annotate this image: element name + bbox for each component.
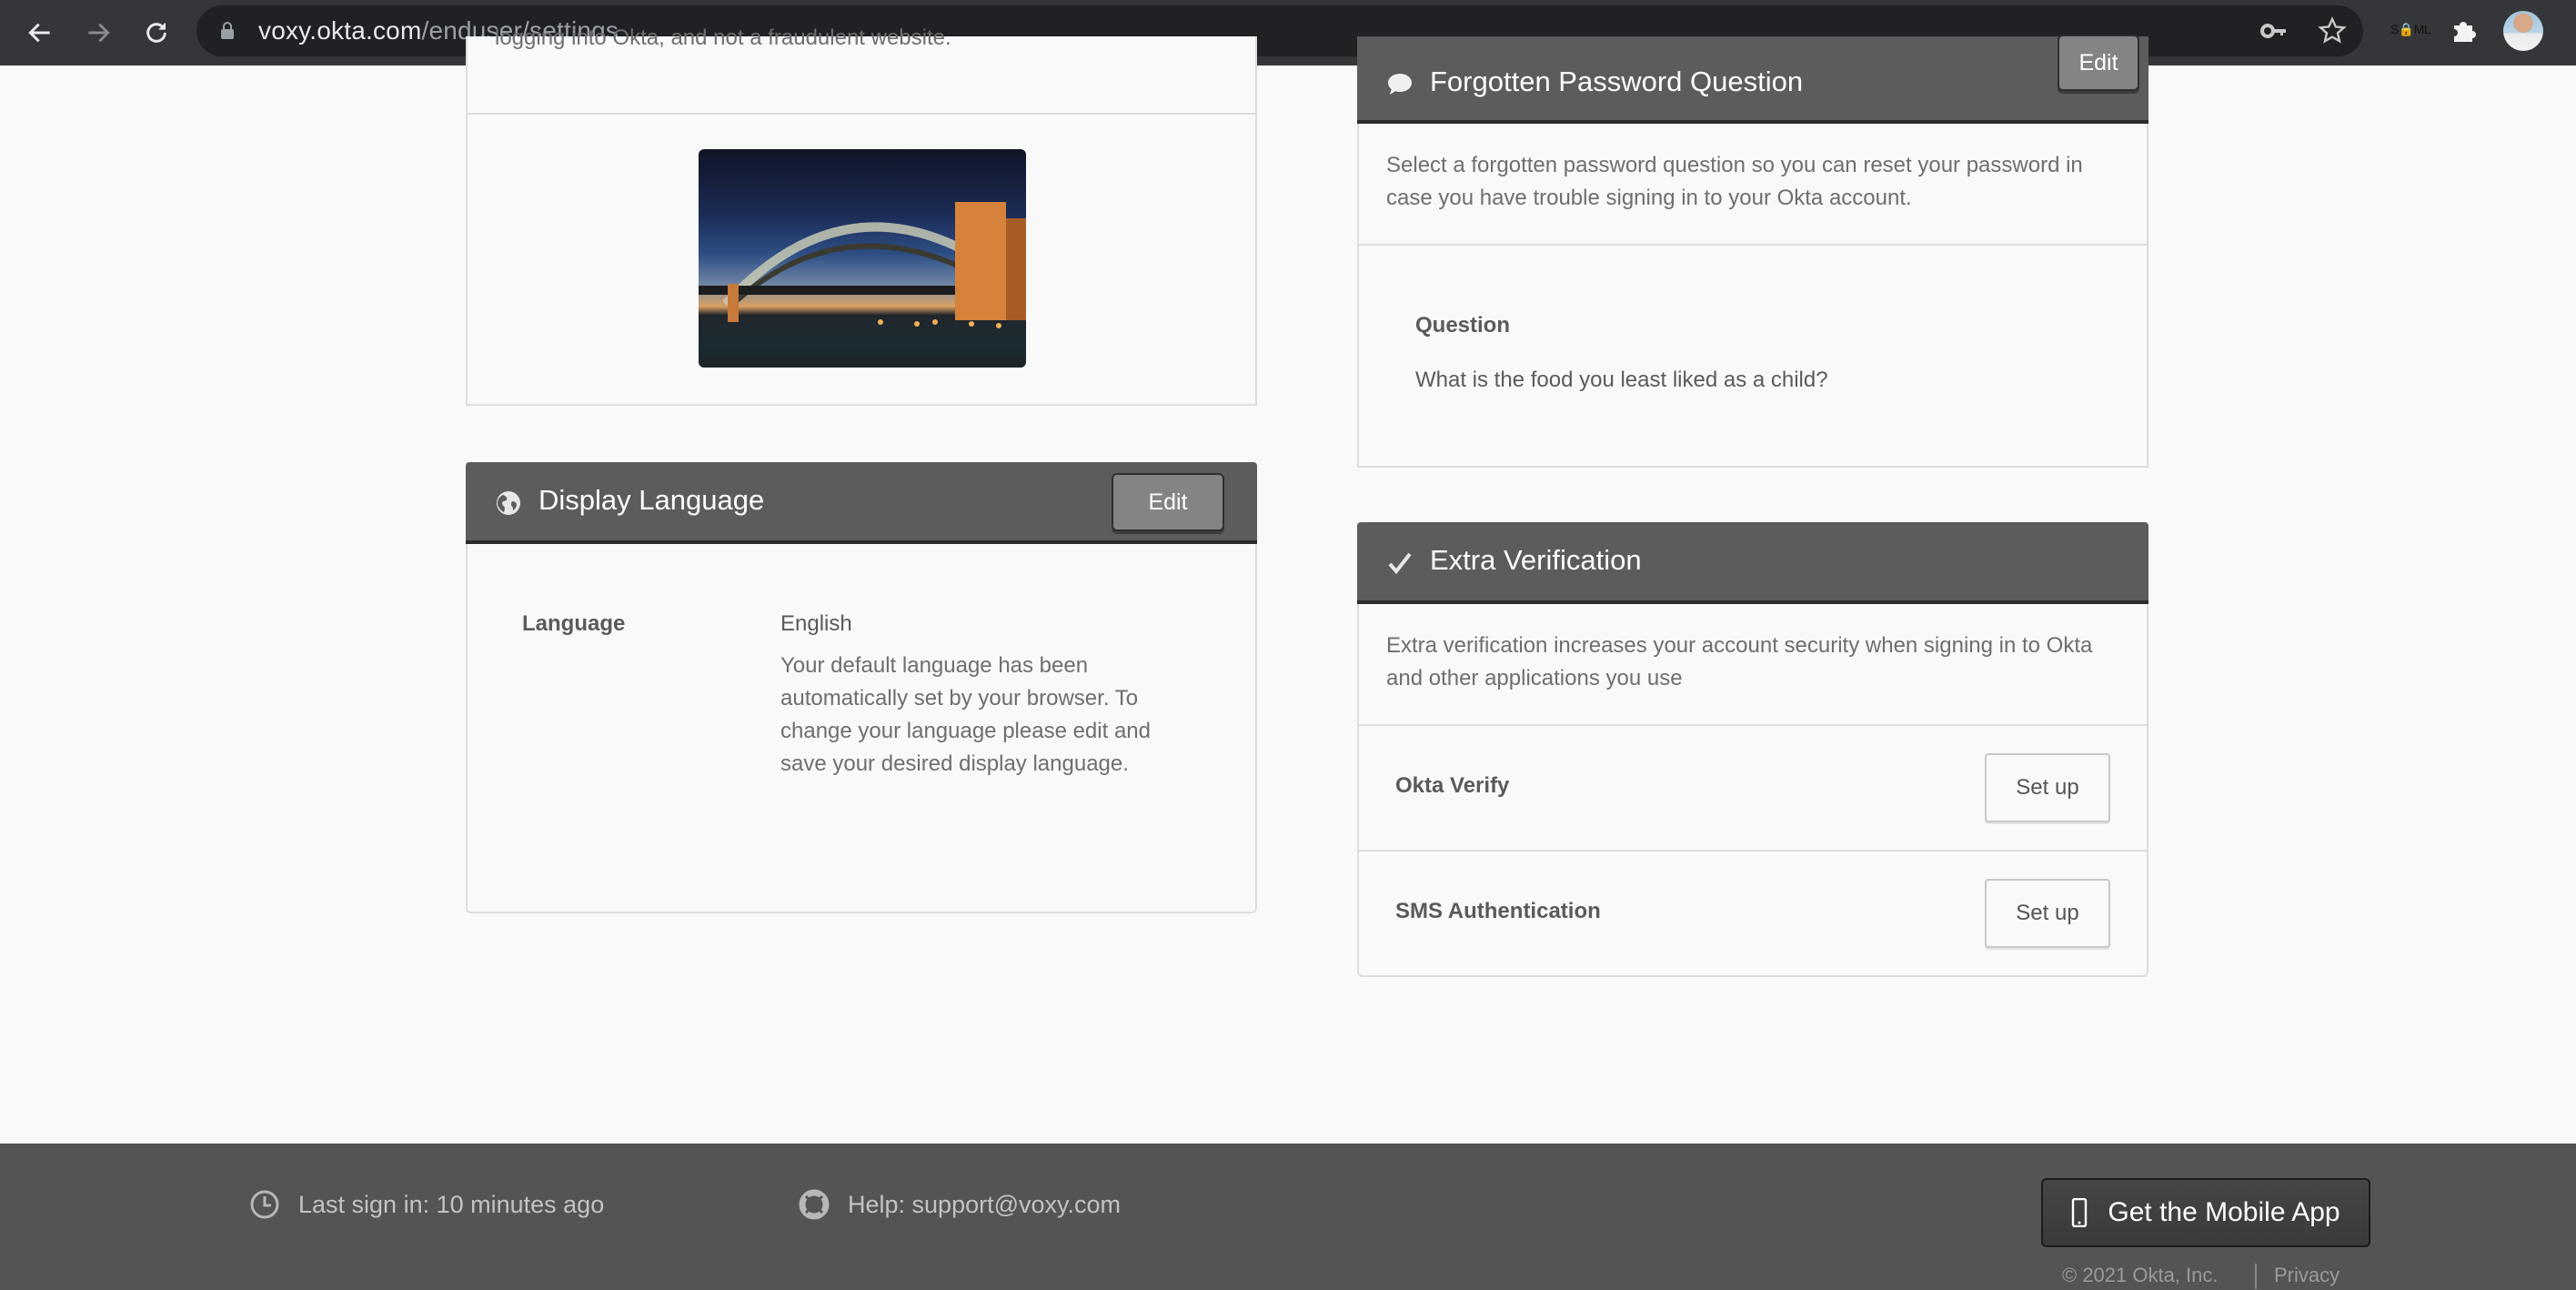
panel-header: Forgotten Password Question Edit [1357,35,2148,124]
saml-extension[interactable]: S🔒ML [2390,22,2431,37]
panel-header: Extra Verification [1357,522,2148,604]
sms-setup-button[interactable]: Set up [1985,879,2110,948]
speech-bubble-icon [1388,74,1412,95]
reload-icon [146,23,166,43]
last-sign-in-text: Last sign in: 10 minutes ago [298,1190,605,1218]
divider [468,113,1255,115]
password-question-description: Select a forgotten password question so … [1386,153,2083,210]
footer: Last sign in: 10 minutes ago Help: suppo… [0,1144,2576,1290]
okta-verify-setup-button[interactable]: Set up [1985,753,2110,822]
clock-icon [250,1190,279,1219]
get-mobile-app-button[interactable]: Get the Mobile App [2041,1178,2370,1247]
back-arrow-icon [28,23,50,43]
panel-header: Display Language Edit [466,462,1257,544]
lifebuoy-icon [799,1189,830,1220]
puzzle-icon[interactable] [2449,16,2478,45]
extra-verification-panel: Extra Verification Extra verification in… [1357,522,2148,977]
language-label: Language [522,611,626,636]
reload-button[interactable] [136,13,176,53]
edit-language-button[interactable]: Edit [1112,473,1224,531]
lock-icon [221,22,234,39]
mobile-app-label: Get the Mobile App [2108,1197,2340,1227]
divider [1359,244,2147,246]
help-text[interactable]: Help: support@voxy.com [848,1191,1121,1219]
language-value: English [780,611,852,636]
forward-arrow-icon [88,23,110,43]
back-button[interactable] [20,13,60,53]
checkmark-icon [1388,552,1412,575]
security-image-description: logging into Okta, and not a fraudulent … [495,25,951,50]
edit-password-question-button[interactable]: Edit [2058,35,2139,91]
panel-title: Forgotten Password Question [1430,66,1804,97]
question-label: Question [1415,313,1511,338]
panel-title: Extra Verification [1430,544,1642,576]
privacy-link[interactable]: Privacy [2274,1264,2340,1287]
help-contact[interactable]: Help: support@voxy.com [799,1189,1121,1220]
question-value: What is the food you least liked as a ch… [1415,368,1828,392]
forgotten-password-panel: Forgotten Password Question Edit Select … [1357,35,2148,468]
avatar[interactable] [2503,11,2543,51]
globe-icon [497,491,520,515]
browser-toolbar: voxy.okta.com/enduser/settings S🔒ML [0,0,2576,66]
panel-title: Display Language [538,484,765,516]
url-host: voxy.okta.com [258,16,422,45]
security-image-panel: logging into Okta, and not a fraudulent … [466,25,1257,406]
extra-verification-description: Extra verification increases your accoun… [1386,633,2093,690]
language-help-text: Your default language has been automatic… [780,653,1151,776]
phone-icon [2072,1198,2088,1227]
security-image [699,149,1026,368]
factor-row-sms: SMS Authentication Set up [1359,850,2147,975]
factor-name: SMS Authentication [1395,899,1601,923]
star-icon[interactable] [2318,16,2347,45]
forward-button[interactable] [78,13,118,53]
divider [2255,1264,2257,1289]
key-icon[interactable] [2259,16,2289,45]
display-language-panel: Display Language Edit Language English Y… [466,462,1257,913]
last-sign-in: Last sign in: 10 minutes ago [249,1189,604,1220]
factor-row-okta-verify: Okta Verify Set up [1359,724,2147,850]
factor-name: Okta Verify [1395,773,1510,798]
copyright: © 2021 Okta, Inc. [2062,1264,2219,1286]
